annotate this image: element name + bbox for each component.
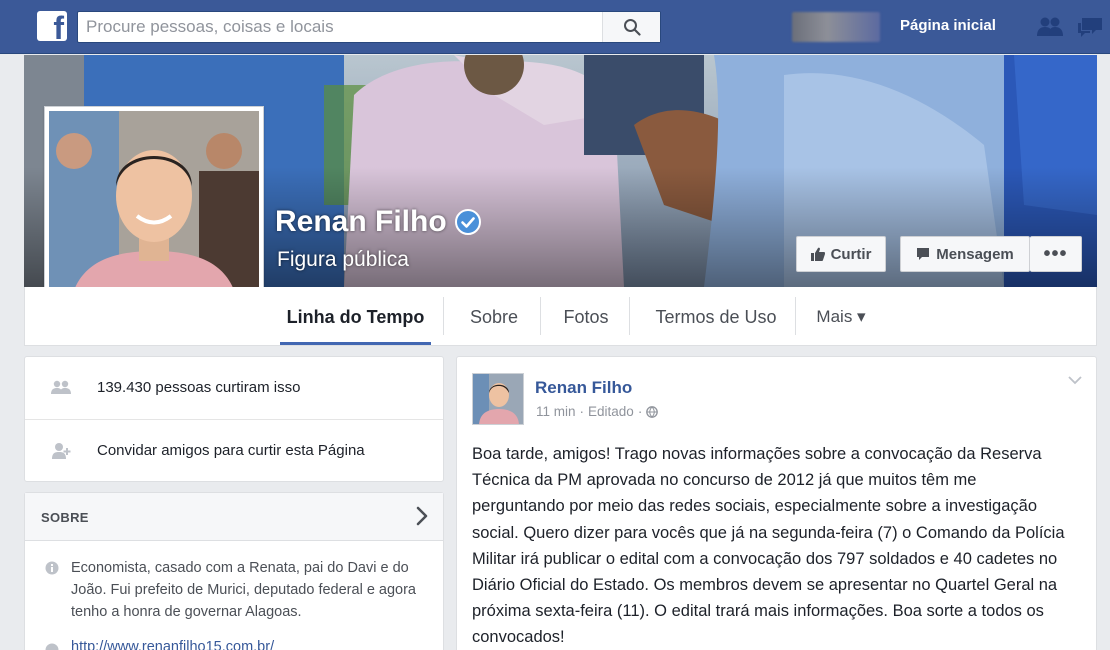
tab-divider <box>540 297 541 335</box>
about-title: SOBRE <box>41 510 89 525</box>
post-meta: 11 min · Editado · <box>536 404 659 419</box>
more-options-label: ••• <box>1043 242 1068 265</box>
tab-more[interactable]: Mais ▾ <box>803 287 879 345</box>
message-button[interactable]: Mensagem <box>900 236 1030 272</box>
verified-badge-icon <box>454 209 481 235</box>
search-icon <box>624 19 641 36</box>
message-bubble-icon <box>917 248 930 260</box>
page-name-text: Renan Filho <box>275 205 447 238</box>
post-author-avatar[interactable] <box>472 373 524 425</box>
page-title: Renan Filho <box>275 205 481 239</box>
about-card: SOBRE Economista, casado com a Renata, p… <box>24 492 444 650</box>
globe-icon[interactable] <box>646 405 659 418</box>
more-options-button[interactable]: ••• <box>1030 236 1082 272</box>
top-navigation-bar: f Página inicial <box>0 0 1110 54</box>
about-bio: Economista, casado com a Renata, pai do … <box>71 560 416 620</box>
likes-card: 139.430 pessoas curtiram isso Convidar a… <box>24 356 444 482</box>
post-card: Renan Filho 11 min · Editado · Boa tarde… <box>456 356 1097 650</box>
invite-person-icon <box>52 443 71 459</box>
post-edited-label[interactable]: Editado <box>588 404 634 419</box>
page-category: Figura pública <box>277 248 409 271</box>
meta-separator: · <box>637 404 643 419</box>
people-icon <box>51 380 71 394</box>
post-text: Boa tarde, amigos! Trago novas informaçõ… <box>472 445 1065 647</box>
tab-terms-of-use[interactable]: Termos de Uso <box>635 287 797 345</box>
facebook-logo[interactable]: f <box>37 10 67 46</box>
invite-friends-text: Convidar amigos para curtir esta Página <box>97 442 365 459</box>
info-icon <box>45 561 59 575</box>
thumbs-up-icon <box>810 247 825 261</box>
home-link[interactable]: Página inicial <box>900 17 996 34</box>
message-button-label: Mensagem <box>936 245 1014 263</box>
likes-count-row[interactable]: 139.430 pessoas curtiram isso <box>25 357 443 419</box>
likes-count-text: 139.430 pessoas curtiram isso <box>97 379 301 396</box>
tab-photos[interactable]: Fotos <box>545 287 627 345</box>
like-button-label: Curtir <box>830 245 872 263</box>
user-profile-link[interactable] <box>792 12 880 42</box>
avatar-image <box>473 374 523 424</box>
page-tab-bar: Linha do Tempo Sobre Fotos Termos de Uso… <box>24 287 1097 346</box>
globe-icon <box>45 643 59 650</box>
search-box <box>77 11 661 43</box>
chevron-down-icon[interactable] <box>1068 375 1082 385</box>
search-input[interactable] <box>78 12 598 42</box>
facebook-logo-letter: f <box>53 10 64 46</box>
website-link[interactable]: http://www.renanfilho15.com.br/ <box>71 639 274 650</box>
tab-timeline[interactable]: Linha do Tempo <box>280 287 431 345</box>
invite-friends-row[interactable]: Convidar amigos para curtir esta Página <box>25 419 443 481</box>
tab-about[interactable]: Sobre <box>450 287 538 345</box>
post-timestamp[interactable]: 11 min <box>536 404 576 419</box>
search-button[interactable] <box>602 12 660 42</box>
like-button[interactable]: Curtir <box>796 236 886 272</box>
chevron-right-icon[interactable] <box>415 506 429 526</box>
about-header[interactable]: SOBRE <box>25 493 443 541</box>
messages-icon[interactable] <box>1076 16 1104 40</box>
friends-icon[interactable] <box>1036 16 1064 38</box>
tab-divider <box>629 297 630 335</box>
tab-divider <box>795 297 796 335</box>
post-author-name[interactable]: Renan Filho <box>535 378 632 398</box>
tab-divider <box>443 297 444 335</box>
meta-separator: · <box>579 404 585 419</box>
